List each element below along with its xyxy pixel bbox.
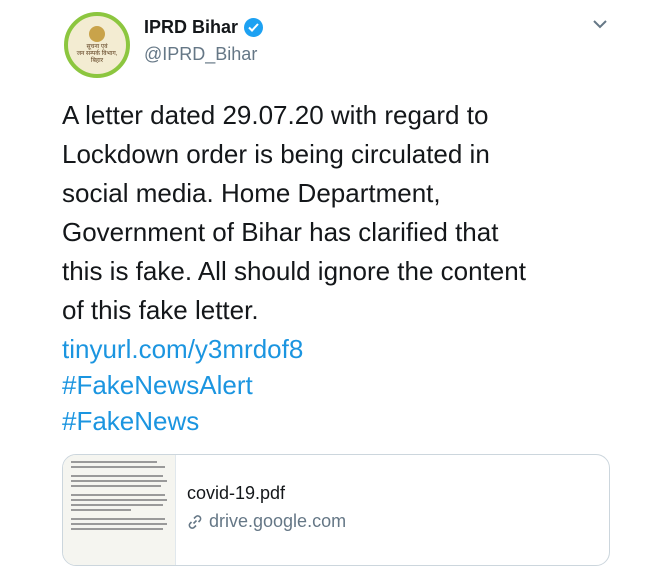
tweet-text-line: social media. Home Department, [62,178,441,208]
link-icon [188,514,202,529]
tweet-text-line: of this fake letter. [62,295,259,325]
emblem-icon [89,25,105,42]
link-preview-card[interactable]: covid-19.pdf drive.google.com [62,454,610,566]
attachment-file-name[interactable]: covid-19.pdf [187,483,285,504]
thumbnail-text-line [71,509,131,511]
avatar-text-line: जन सम्पर्क विभाग, [76,50,118,57]
avatar-text-line: सूचना एवं [86,43,108,50]
author-handle[interactable]: @IPRD_Bihar [144,44,257,65]
document-thumbnail [63,455,176,565]
author-name-row[interactable]: IPRD Bihar [144,17,264,38]
verified-badge-icon [244,18,264,37]
chevron-down-icon[interactable] [592,16,608,34]
attachment-domain: drive.google.com [209,511,347,531]
hashtag-link[interactable]: #FakeNews [62,402,199,441]
thumbnail-text-line [71,499,167,501]
avatar[interactable]: सूचना एवं जन सम्पर्क विभाग, बिहार [64,12,130,78]
background-right-column [638,0,650,540]
thumbnail-text-line [71,504,163,506]
tweet-link[interactable]: tinyurl.com/y3mrdof8 [62,330,303,369]
tweet-text-line: A letter dated 29.07.20 with regard to [62,100,489,130]
tweet-text-line: Government of Bihar has clarified that [62,217,499,247]
hashtag-link[interactable]: #FakeNewsAlert [62,366,253,405]
author-name[interactable]: IPRD Bihar [144,17,238,38]
thumbnail-text-line [71,523,167,525]
tweet-card[interactable]: सूचना एवं जन सम्पर्क विभाग, बिहार IPRD B… [44,0,638,566]
thumbnail-text-line [71,480,167,482]
thumbnail-text-line [71,475,163,477]
thumbnail-text-line [71,485,161,487]
background-left-column [0,0,44,540]
thumbnail-text-line [71,461,157,463]
avatar-text-line: बिहार [90,57,104,64]
thumbnail-text-line [71,518,165,520]
thumbnail-text-line [71,528,163,530]
tweet-text-line: Lockdown order is being circulated in [62,139,490,169]
thumbnail-text-line [71,494,165,496]
tweet-text-line: this is fake. All should ignore the cont… [62,256,526,286]
thumbnail-text-line [71,466,165,468]
tweet-text: A letter dated 29.07.20 with regard to L… [62,96,622,330]
attachment-domain-row: drive.google.com [187,511,346,532]
